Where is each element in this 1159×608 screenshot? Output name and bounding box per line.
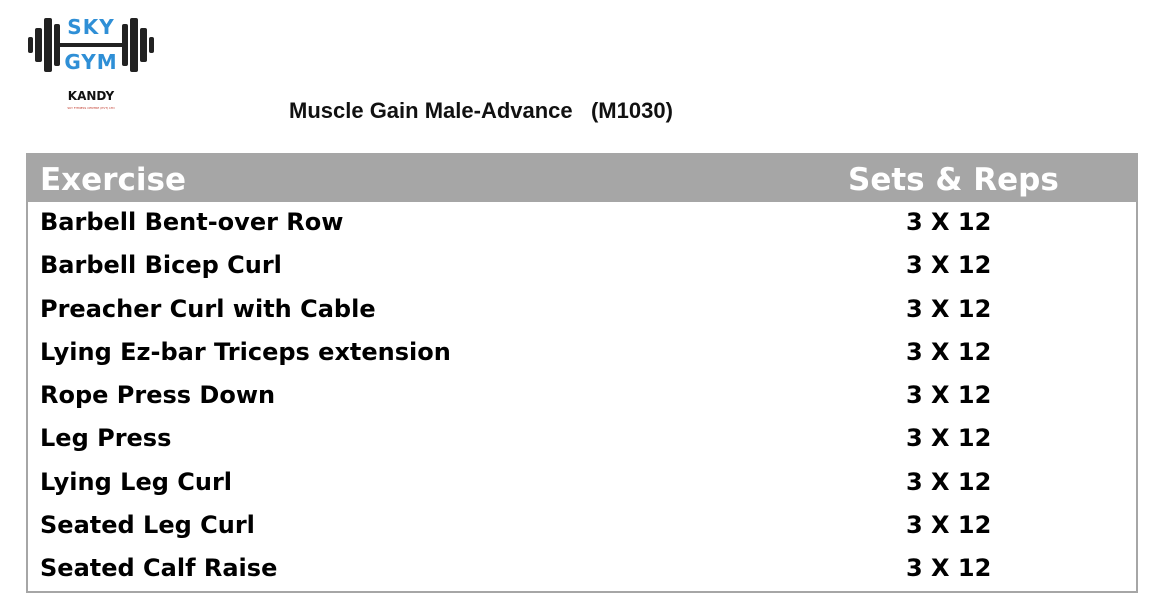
logo-tagline: SKY FITNESS CENTRE (PVT) LTD: [67, 106, 115, 110]
sets-reps-value: 3 X 12: [906, 554, 992, 583]
exercise-name: Preacher Curl with Cable: [40, 294, 376, 323]
table-row: Leg Press 3 X 12: [28, 418, 1136, 461]
workout-table: Exercise Sets & Reps Barbell Bent-over R…: [26, 153, 1138, 593]
sets-reps-value: 3 X 12: [906, 467, 992, 496]
page-title: Muscle Gain Male-Advance (M1030): [289, 98, 673, 123]
table-row: Barbell Bicep Curl 3 X 12: [28, 245, 1136, 288]
table-body: Barbell Bent-over Row 3 X 12 Barbell Bic…: [28, 202, 1136, 592]
logo-word-gym: GYM: [64, 50, 118, 74]
table-row: Rope Press Down 3 X 12: [28, 375, 1136, 418]
sets-reps-value: 3 X 12: [906, 294, 992, 323]
exercise-name: Lying Ez-bar Triceps extension: [40, 337, 451, 366]
exercise-name: Lying Leg Curl: [40, 467, 233, 496]
sets-reps-value: 3 X 12: [906, 381, 992, 410]
sets-reps-value: 3 X 12: [906, 337, 992, 366]
table-row: Barbell Bent-over Row 3 X 12: [28, 202, 1136, 245]
sets-reps-value: 3 X 12: [906, 208, 992, 236]
table-header: Exercise Sets & Reps: [28, 155, 1136, 202]
sets-reps-value: 3 X 12: [906, 251, 992, 280]
exercise-name: Seated Calf Raise: [40, 554, 278, 583]
logo-city: KANDY: [67, 89, 115, 103]
exercise-name: Rope Press Down: [40, 381, 276, 410]
exercise-name: Barbell Bicep Curl: [40, 251, 282, 280]
table-row: Lying Ez-bar Triceps extension 3 X 12: [28, 332, 1136, 375]
sets-reps-value: 3 X 12: [906, 424, 992, 453]
exercise-name: Leg Press: [40, 424, 172, 453]
table-row: Preacher Curl with Cable 3 X 12: [28, 289, 1136, 332]
sets-reps-value: 3 X 12: [906, 511, 992, 540]
table-row: Seated Leg Curl 3 X 12: [28, 505, 1136, 548]
table-row: Lying Leg Curl 3 X 12: [28, 462, 1136, 505]
exercise-name: Barbell Bent-over Row: [40, 208, 344, 236]
exercise-name: Seated Leg Curl: [40, 511, 255, 540]
header-exercise: Exercise: [40, 162, 186, 198]
logo-word-sky: SKY: [67, 15, 115, 39]
gym-logo: SKY GYM KANDY SKY FITNESS CENTRE (PVT) L…: [26, 10, 156, 120]
table-row: Seated Calf Raise 3 X 12: [28, 548, 1136, 591]
header-sets-reps: Sets & Reps: [848, 162, 1059, 198]
